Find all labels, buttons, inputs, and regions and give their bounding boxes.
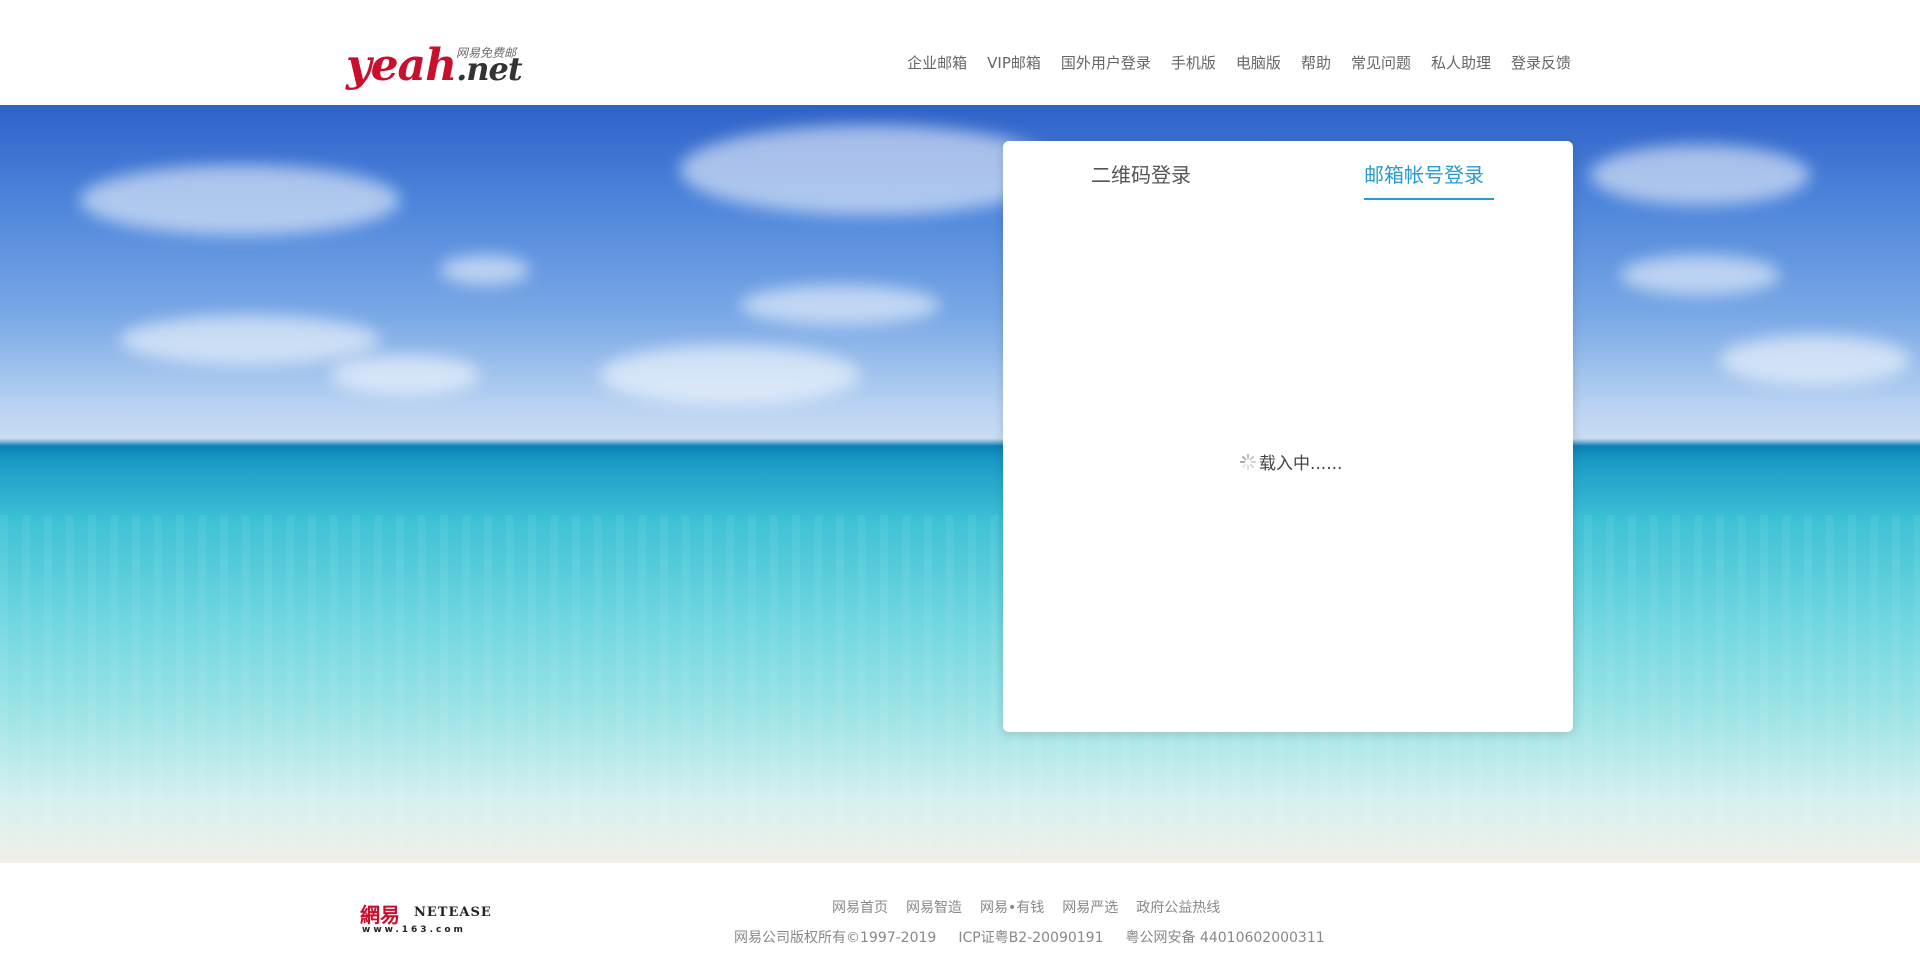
police-record[interactable]: 粤公网安备 44010602000311 (1125, 927, 1324, 947)
icp-license[interactable]: ICP证粤B2-20090191 (958, 927, 1103, 947)
netease-logo-cn: 網易 (360, 903, 400, 927)
nav-help[interactable]: 帮助 (1301, 52, 1331, 73)
spinner-icon (1239, 453, 1257, 470)
cloud (1720, 335, 1910, 385)
cloud (600, 345, 860, 405)
nav-login-feedback[interactable]: 登录反馈 (1511, 52, 1571, 73)
top-nav: 企业邮箱 VIP邮箱 国外用户登录 手机版 电脑版 帮助 常见问题 私人助理 登… (907, 52, 1571, 73)
nav-mobile-version[interactable]: 手机版 (1171, 52, 1216, 73)
cloud (80, 165, 400, 235)
footer-legal: 网易公司版权所有©1997-2019 ICP证粤B2-20090191 粤公网安… (734, 927, 1325, 947)
nav-faq[interactable]: 常见问题 (1351, 52, 1411, 73)
tab-qr-login[interactable]: 二维码登录 (1091, 159, 1191, 188)
logo-subtitle: 网易免费邮 (456, 46, 517, 60)
nav-personal-assistant[interactable]: 私人助理 (1431, 52, 1491, 73)
nav-desktop-version[interactable]: 电脑版 (1236, 52, 1281, 73)
background-ocean-image (0, 105, 1920, 863)
cloud (120, 315, 380, 365)
cloud (440, 255, 530, 285)
footer-link-gov-hotline[interactable]: 政府公益热线 (1136, 897, 1220, 917)
logo-yeah-text: yeah (346, 40, 457, 91)
footer-link-netease-yanxuan[interactable]: 网易严选 (1062, 897, 1118, 917)
cloud (1590, 145, 1810, 205)
water-texture (0, 515, 1920, 855)
netease-logo[interactable]: 網易 NETEASE www.163.com (360, 899, 491, 937)
nav-vip-mail[interactable]: VIP邮箱 (987, 52, 1041, 73)
header: yeah.net 网易免费邮 企业邮箱 VIP邮箱 国外用户登录 手机版 电脑版… (0, 0, 1920, 105)
footer-link-netease-youqian[interactable]: 网易•有钱 (980, 897, 1044, 917)
loading-indicator: 载入中...... (1239, 449, 1342, 474)
cloud (1620, 255, 1780, 295)
footer-link-netease-home[interactable]: 网易首页 (832, 897, 888, 917)
cloud (330, 355, 480, 395)
copyright-text: 网易公司版权所有©1997-2019 (734, 930, 937, 946)
nav-enterprise-mail[interactable]: 企业邮箱 (907, 52, 967, 73)
footer-link-netease-zhizao[interactable]: 网易智造 (906, 897, 962, 917)
yeah-net-logo[interactable]: yeah.net 网易免费邮 (346, 40, 526, 90)
nav-overseas-login[interactable]: 国外用户登录 (1061, 52, 1151, 73)
cloud (740, 285, 940, 325)
netease-logo-en: NETEASE (414, 905, 492, 920)
footer-links: 网易首页 网易智造 网易•有钱 网易严选 政府公益热线 (832, 897, 1220, 917)
active-tab-indicator (1364, 198, 1494, 200)
netease-logo-url: www.163.com (362, 925, 466, 935)
login-panel: 二维码登录 邮箱帐号登录 载入中...... (1003, 141, 1573, 732)
tab-account-login[interactable]: 邮箱帐号登录 (1364, 159, 1484, 188)
footer: 網易 NETEASE www.163.com 网易首页 网易智造 网易•有钱 网… (0, 863, 1920, 960)
loading-text: 载入中...... (1259, 454, 1343, 474)
